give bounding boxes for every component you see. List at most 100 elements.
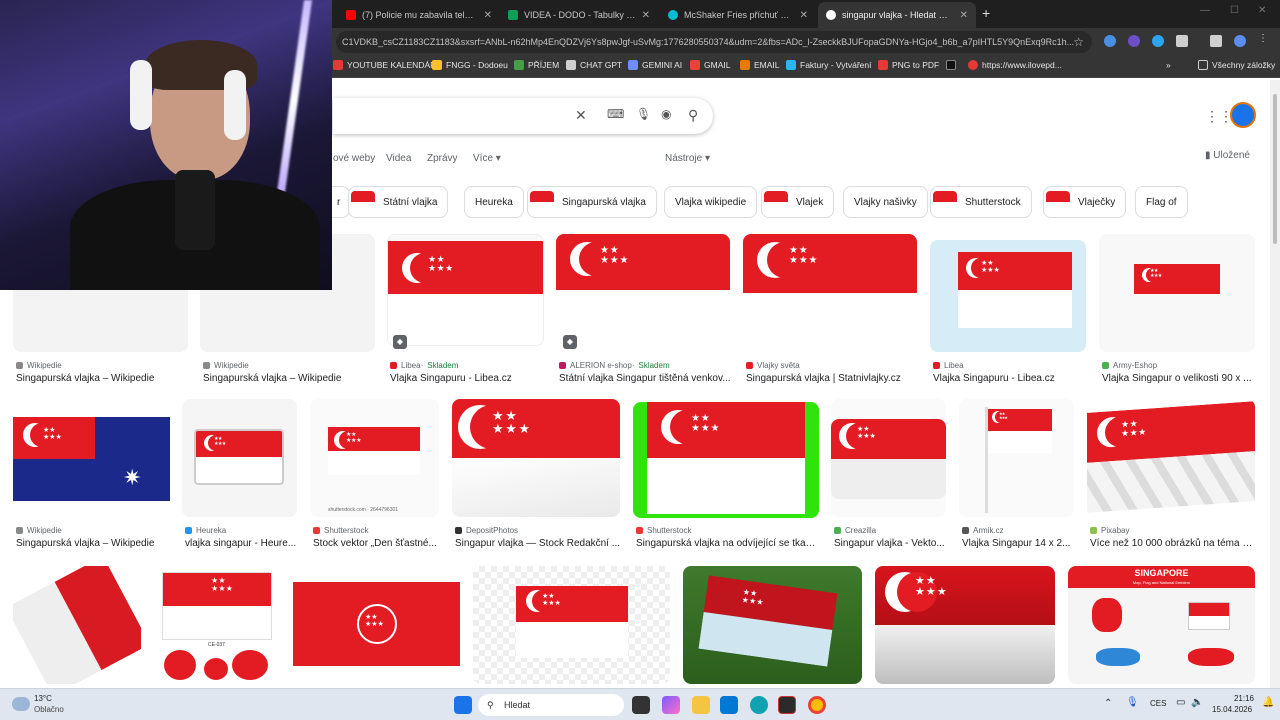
task-view-icon[interactable]: [632, 696, 650, 714]
tray-chevron-up-icon[interactable]: ⌃: [1104, 698, 1112, 709]
image-result[interactable]: ★ ★ ★ ★ ★: [452, 399, 620, 517]
bookmark-item[interactable]: EMAIL: [740, 60, 780, 70]
copilot-icon[interactable]: [662, 696, 680, 714]
image-result[interactable]: ★ ★ ★ ★ ★: [930, 240, 1086, 352]
weather-desc[interactable]: Oblačno: [34, 705, 64, 714]
image-result[interactable]: ★ ★ ★ ★ ★: [556, 234, 730, 346]
saved-button[interactable]: ▮ Uložené: [1205, 150, 1250, 161]
volume-icon[interactable]: 🔈: [1191, 697, 1203, 708]
result-source[interactable]: Libea · Skladem: [390, 361, 458, 370]
result-source[interactable]: Shutterstock: [313, 526, 368, 535]
chip[interactable]: Státní vlajka: [348, 186, 449, 218]
result-title[interactable]: Vlajka Singapuru - Libea.cz: [933, 373, 1093, 384]
chip[interactable]: Flag of: [1135, 186, 1188, 218]
microphone-icon[interactable]: 🎙: [636, 107, 651, 121]
result-title[interactable]: Stock vektor „Den šťastné...: [313, 538, 441, 549]
windows-start-icon[interactable]: [454, 696, 472, 714]
tab-google-active[interactable]: singapur vlajka - Hledat Google ✕: [818, 2, 976, 28]
result-source[interactable]: Creazilla: [834, 526, 876, 535]
bookmark-item[interactable]: CHAT GPT: [566, 60, 622, 70]
image-result[interactable]: ★ ★ ★ ★ ★: [683, 566, 862, 684]
chip[interactable]: Vlaječky: [1043, 186, 1127, 218]
file-explorer-icon[interactable]: [692, 696, 710, 714]
bookmark-item[interactable]: https://www.ilovepd...: [968, 60, 1062, 70]
result-title[interactable]: Vlajka Singapuru - Libea.cz: [390, 373, 550, 384]
network-icon[interactable]: ▭: [1176, 697, 1185, 708]
clock-date[interactable]: 15.04.2026: [1212, 705, 1252, 714]
image-result[interactable]: ★ ★ ★ ★ ★ shutterstock.com · 2644796301: [310, 399, 439, 517]
tab-more[interactable]: Více ▾: [473, 153, 501, 164]
more-menu-icon[interactable]: ⋮: [1258, 33, 1270, 45]
extensions-puzzle-icon[interactable]: [1176, 35, 1188, 47]
weather-temp[interactable]: 13°C: [34, 694, 52, 703]
bookmark-item[interactable]: GMAIL: [690, 60, 730, 70]
result-source[interactable]: Vlajky světa: [746, 361, 800, 370]
result-title[interactable]: Státní vlajka Singapur tištěná venkov...: [559, 373, 731, 384]
url-field[interactable]: C1VDKB_csCZ1183CZ1183&sxsrf=ANbL-n62hMp4…: [336, 31, 1092, 53]
result-title[interactable]: Singapur vlajka - Vekto...: [834, 538, 946, 549]
image-result[interactable]: ★ ★ ★ ★ ★: [473, 566, 670, 684]
image-result[interactable]: ★ ★ ★ ★ ★: [293, 566, 460, 684]
result-title[interactable]: Singapurská vlajka – Wikipedie: [16, 538, 176, 549]
result-title[interactable]: Více než 10 000 obrázků na téma S...: [1090, 538, 1254, 549]
close-tab-icon[interactable]: ✕: [642, 10, 650, 21]
bookmark-item[interactable]: PŘÍJEM: [514, 60, 559, 70]
avatar[interactable]: [1230, 102, 1256, 128]
bookmark-item[interactable]: PNG to PDF: [878, 60, 939, 70]
chip[interactable]: Vlajka wikipedie: [664, 186, 758, 218]
tab-mcshaker[interactable]: McShaker Fries příchuť sýra a b ✕: [660, 4, 816, 26]
extension-icon[interactable]: [1128, 35, 1140, 47]
image-result[interactable]: ★ ★ ★ ★ ★: [387, 234, 544, 346]
outlook-icon[interactable]: [720, 696, 738, 714]
input-language[interactable]: CES: [1150, 699, 1166, 708]
bookmark-item[interactable]: FNGG - Dodoeu: [432, 60, 508, 70]
result-title[interactable]: Vlajka Singapur o velikosti 90 x ...: [1102, 373, 1252, 384]
profile-icon[interactable]: [1234, 35, 1246, 47]
chip[interactable]: Vlajky našivky: [843, 186, 928, 218]
bookmark-item[interactable]: Faktury - Vytváření: [786, 60, 871, 70]
image-result[interactable]: ★ ★ ★ ★ ★: [743, 234, 917, 352]
clear-search-icon[interactable]: ✕: [575, 107, 587, 124]
tab-sheets[interactable]: VIDEA - DODO - Tabulky Google ✕: [500, 4, 658, 26]
image-result[interactable]: [13, 566, 141, 684]
bookmark-item[interactable]: YOUTUBE KALENDÁŘ: [333, 60, 436, 70]
image-result[interactable]: ★ ★ ★ ★ ★ ✷: [13, 399, 170, 517]
new-tab-icon[interactable]: +: [982, 5, 990, 21]
tab-youtube[interactable]: (7) Policie mu zabavila teleforn ✕: [338, 4, 500, 26]
result-title[interactable]: Singapurská vlajka – Wikipedie: [16, 373, 186, 384]
search-input[interactable]: [333, 98, 713, 134]
result-source[interactable]: ALERION e-shop · Skladem: [559, 361, 670, 370]
scrollbar-thumb[interactable]: [1273, 94, 1277, 244]
chip[interactable]: Singapurská vlajka: [527, 186, 657, 218]
chip[interactable]: Vlajek: [761, 186, 835, 218]
minimize-icon[interactable]: —: [1200, 5, 1210, 16]
result-source[interactable]: Heureka: [185, 526, 226, 535]
image-result[interactable]: ★ ★ ★ ★ ★: [831, 399, 946, 517]
image-result[interactable]: ★ ★ ★ ★ ★: [959, 399, 1074, 517]
tab-news[interactable]: Zprávy: [427, 153, 458, 164]
page-scrollbar[interactable]: [1270, 80, 1280, 688]
image-result[interactable]: ★ ★ ★ ★ ★: [875, 566, 1055, 684]
image-result[interactable]: ★ ★ ★ ★ ★: [182, 399, 297, 517]
bookmarks-overflow-icon[interactable]: »: [1166, 60, 1171, 70]
capcut-icon[interactable]: [778, 696, 796, 714]
image-result[interactable]: ★ ★ ★ ★ ★: [1099, 234, 1255, 352]
close-window-icon[interactable]: ✕: [1258, 5, 1266, 16]
image-result[interactable]: ★ ★ ★ ★ ★: [633, 402, 819, 518]
image-result[interactable]: ★ ★ ★ ★ ★ CE-037: [154, 566, 280, 684]
microphone-icon[interactable]: 🎙: [1126, 697, 1139, 708]
notification-bell-icon[interactable]: 🔔: [1262, 697, 1274, 708]
result-source[interactable]: DepositPhotos: [455, 526, 518, 535]
reading-list-icon[interactable]: [1210, 35, 1222, 47]
result-title[interactable]: Singapurská vlajka | Statnivlajky.cz: [746, 373, 918, 384]
extension-icon[interactable]: [1104, 35, 1116, 47]
lens-camera-icon[interactable]: ◉: [661, 107, 671, 121]
all-bookmarks[interactable]: Všechny záložky: [1198, 60, 1275, 70]
result-source[interactable]: Wikipedie: [16, 361, 62, 370]
result-title[interactable]: Singapurská vlajka – Wikipedie: [203, 373, 373, 384]
chrome-icon[interactable]: [808, 696, 826, 714]
tab-web[interactable]: ové weby: [333, 153, 375, 164]
close-tab-icon[interactable]: ✕: [960, 10, 968, 21]
result-title[interactable]: Singapur vlajka — Stock Redakční ...: [455, 538, 621, 549]
result-title[interactable]: Singapurská vlajka na odvíjející se tkan…: [636, 538, 818, 549]
